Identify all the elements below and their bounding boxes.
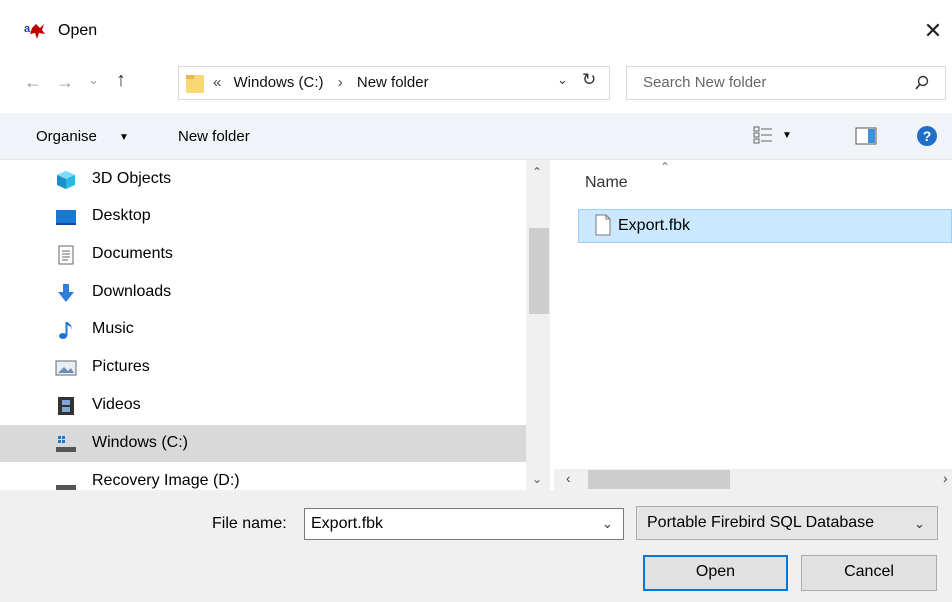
refresh-icon[interactable]: ↻ (582, 70, 596, 90)
nav-item-recovery-d[interactable]: Recovery Image (D:) (0, 463, 526, 490)
breadcrumb: « Windows (C:) › New folder (213, 74, 429, 91)
forward-arrow-icon[interactable]: → (56, 70, 74, 94)
scrollbar-thumb[interactable] (588, 470, 730, 489)
window-title: Open (58, 22, 98, 39)
sort-ascending-icon: ⌃ (660, 160, 671, 174)
scroll-right-icon[interactable]: › (943, 470, 948, 486)
view-options-icon[interactable] (752, 124, 774, 146)
breadcrumb-item-windows-c[interactable]: Windows (C:) (234, 74, 324, 91)
open-button-label[interactable]: Open (643, 563, 788, 581)
folder-icon (185, 73, 205, 95)
downloads-icon (55, 283, 77, 303)
nav-item-downloads[interactable]: Downloads (0, 274, 526, 311)
file-icon (594, 214, 612, 236)
file-name-label[interactable]: Export.fbk (618, 217, 690, 235)
caret-down-icon[interactable]: ▼ (119, 132, 129, 143)
nav-item-label: Pictures (92, 358, 150, 375)
nav-item-videos[interactable]: Videos (0, 387, 526, 424)
scroll-up-icon[interactable]: ⌃ (532, 165, 542, 179)
nav-item-label: Windows (C:) (92, 434, 189, 451)
address-dropdown-icon[interactable]: ⌄ (557, 72, 568, 88)
videos-icon (55, 396, 77, 416)
scroll-down-icon[interactable]: ⌄ (532, 472, 542, 486)
command-toolbar (0, 113, 952, 160)
back-arrow-icon[interactable]: ← (24, 70, 42, 94)
search-icon[interactable] (914, 75, 930, 91)
3d-objects-icon (55, 170, 77, 190)
nav-item-pictures[interactable]: Pictures (0, 349, 526, 386)
chevron-down-icon[interactable]: ⌄ (602, 516, 613, 532)
search-input[interactable]: Search New folder (643, 74, 766, 91)
close-icon[interactable]: ✕ (918, 16, 948, 46)
documents-icon (55, 245, 77, 265)
app-icon: a (24, 22, 46, 40)
chevron-down-icon[interactable]: ⌄ (914, 516, 925, 532)
breadcrumb-overflow[interactable]: « (213, 74, 221, 91)
cancel-button-label[interactable]: Cancel (801, 563, 937, 581)
breadcrumb-separator-icon[interactable]: › (338, 74, 343, 91)
breadcrumb-item-new-folder[interactable]: New folder (357, 74, 429, 91)
svg-text:a: a (24, 23, 31, 35)
nav-item-3d-objects[interactable]: 3D Objects (0, 161, 526, 198)
file-name-input[interactable] (311, 515, 581, 533)
navigation-pane: 3D Objects Desktop Documents Downloads M… (0, 160, 554, 490)
up-arrow-icon[interactable]: ↑ (116, 69, 126, 92)
caret-down-icon[interactable]: ▼ (782, 130, 792, 141)
recent-locations-chevron-icon[interactable]: ⌄ (88, 68, 99, 92)
nav-item-desktop[interactable]: Desktop (0, 198, 526, 235)
nav-item-label: Videos (92, 396, 141, 413)
nav-item-music[interactable]: Music (0, 311, 526, 348)
pictures-icon (55, 358, 77, 378)
desktop-icon (55, 207, 77, 227)
scrollbar-thumb[interactable] (529, 228, 549, 314)
nav-item-label: Downloads (92, 283, 172, 300)
nav-item-label: Desktop (92, 207, 151, 224)
nav-item-label: Recovery Image (D:) (92, 472, 240, 489)
nav-item-label: 3D Objects (92, 170, 172, 187)
title-bar (0, 0, 952, 62)
scroll-left-icon[interactable]: ‹ (566, 470, 571, 486)
help-icon[interactable]: ? (917, 126, 937, 146)
file-name-field-label: File name: (212, 515, 287, 532)
nav-item-windows-c[interactable]: Windows (C:) (0, 425, 526, 462)
drive-icon (55, 472, 77, 490)
organise-button[interactable]: Organise (36, 128, 97, 145)
file-type-value: Portable Firebird SQL Database (647, 514, 875, 531)
new-folder-button[interactable]: New folder (178, 128, 250, 145)
drive-icon (55, 434, 77, 454)
nav-vertical-scrollbar[interactable] (526, 160, 550, 490)
preview-pane-icon[interactable] (855, 127, 877, 145)
nav-item-label: Music (92, 320, 134, 337)
music-icon (55, 320, 77, 340)
nav-item-label: Documents (92, 245, 173, 262)
nav-item-documents[interactable]: Documents (0, 236, 526, 273)
column-header-name[interactable]: Name (585, 174, 628, 192)
